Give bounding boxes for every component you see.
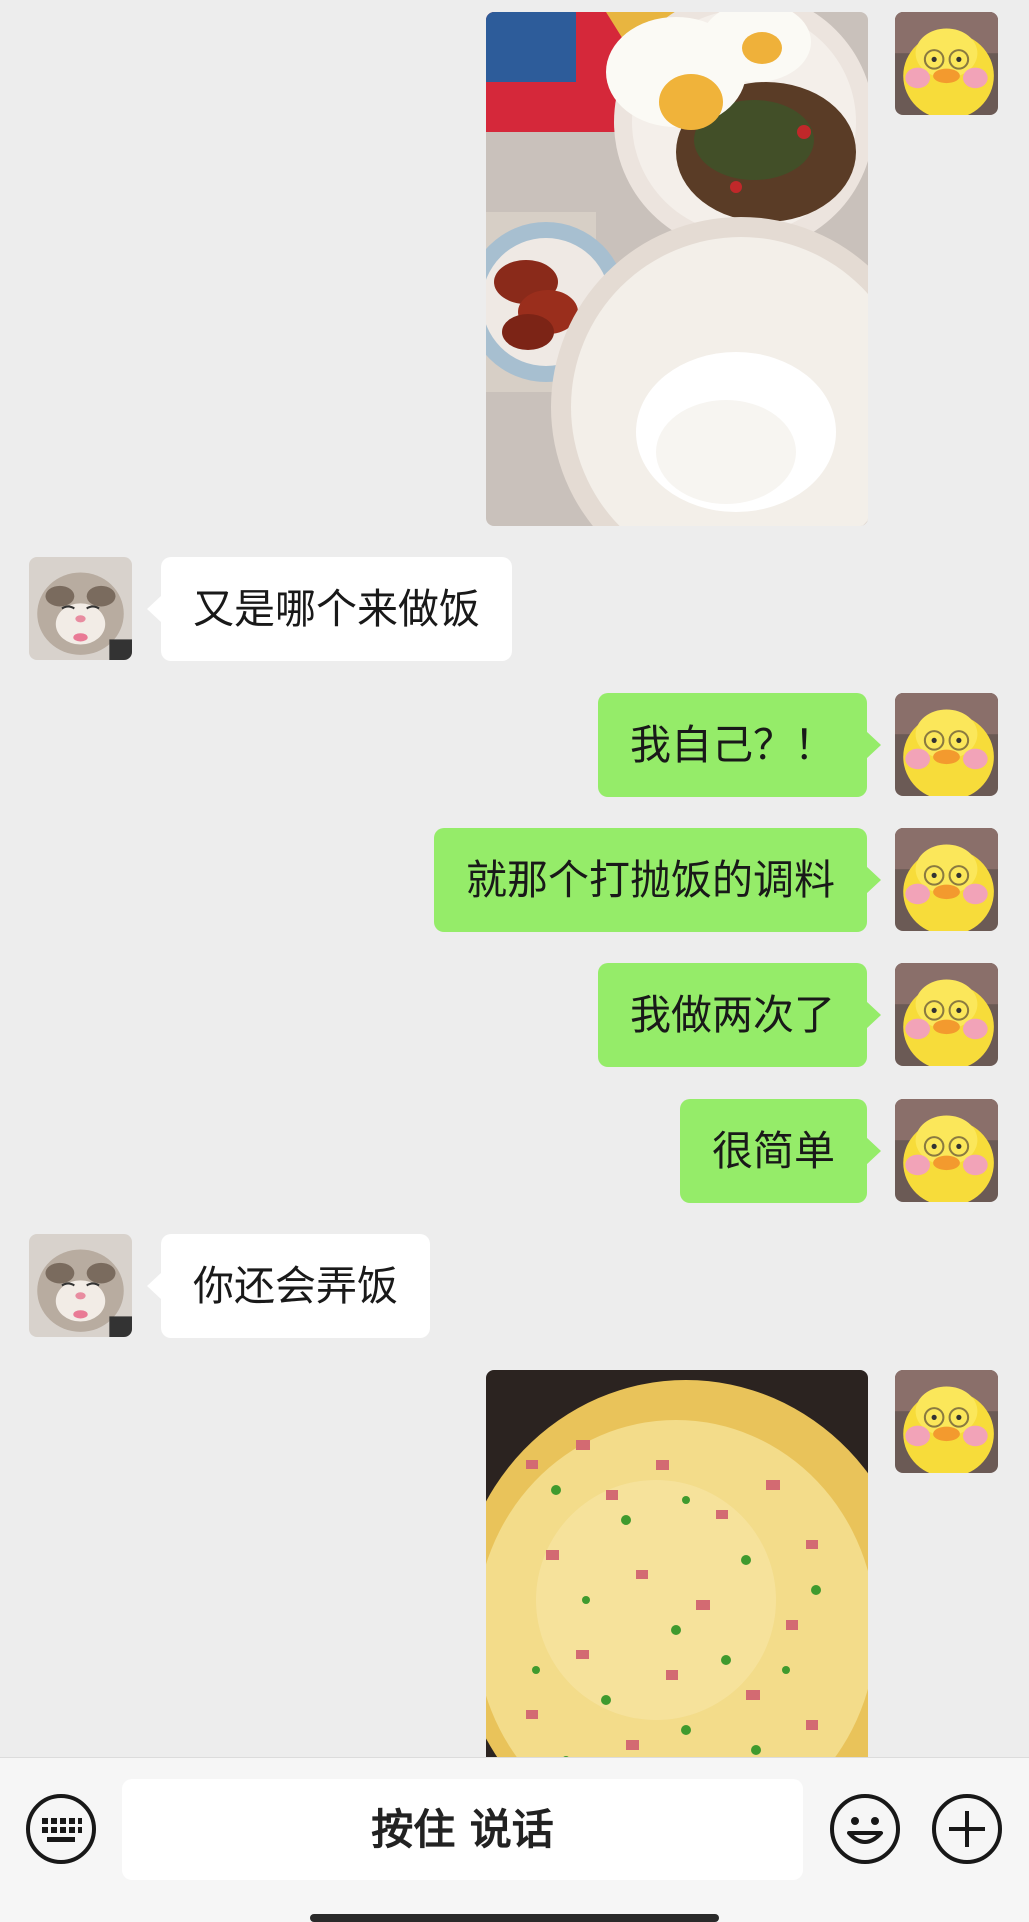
outgoing-message[interactable]: 很简单 — [680, 1099, 881, 1203]
my-avatar[interactable] — [895, 693, 998, 796]
food-photo-message[interactable] — [486, 12, 868, 526]
message-text: 我做两次了 — [630, 991, 835, 1039]
message-text: 就那个打抛饭的调料 — [466, 856, 835, 904]
my-avatar[interactable] — [895, 963, 998, 1066]
input-bar: 按住 说话 — [0, 1757, 1029, 1922]
my-avatar[interactable] — [895, 1370, 998, 1473]
my-avatar[interactable] — [895, 1099, 998, 1202]
outgoing-message[interactable]: 我做两次了 — [598, 963, 881, 1067]
message-text: 你还会弄饭 — [193, 1262, 398, 1310]
incoming-message[interactable]: 你还会弄饭 — [147, 1234, 430, 1338]
incoming-message[interactable]: 又是哪个来做饭 — [147, 557, 512, 661]
message-text: 我自己？！ — [630, 721, 835, 769]
plus-icon[interactable] — [931, 1793, 1003, 1865]
emoji-icon[interactable] — [829, 1793, 901, 1865]
contact-avatar[interactable] — [29, 1234, 132, 1337]
outgoing-message[interactable]: 我自己？！ — [598, 693, 881, 797]
keyboard-icon[interactable] — [25, 1793, 97, 1865]
home-indicator — [310, 1914, 719, 1922]
hold-to-talk-label: 按住 说话 — [371, 1805, 554, 1854]
chat-area[interactable]: 又是哪个来做饭 我自己？！ 就那个打抛饭的调料 我做两次了 很简单 你还会弄饭 — [0, 0, 1029, 1757]
my-avatar[interactable] — [895, 12, 998, 115]
hold-to-talk-button[interactable]: 按住 说话 — [122, 1779, 803, 1880]
contact-avatar[interactable] — [29, 557, 132, 660]
message-text: 很简单 — [712, 1127, 835, 1175]
message-text: 又是哪个来做饭 — [193, 585, 480, 633]
outgoing-message[interactable]: 就那个打抛饭的调料 — [434, 828, 881, 932]
food-photo-message[interactable] — [486, 1370, 868, 1757]
my-avatar[interactable] — [895, 828, 998, 931]
